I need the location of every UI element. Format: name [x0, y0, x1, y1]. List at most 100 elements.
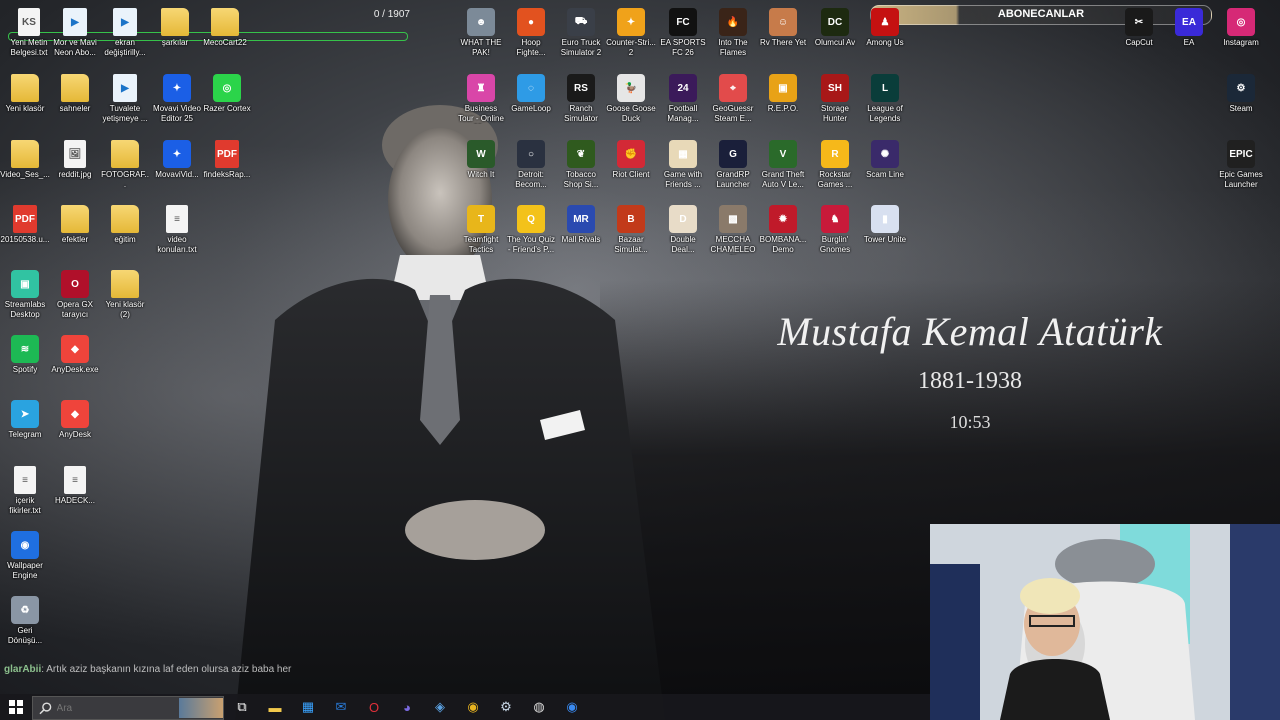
- desktop-icon-yeni-klasor-2[interactable]: Yeni klasör (2): [100, 270, 150, 319]
- desktop-icon-label: Rv There Yet: [759, 38, 807, 47]
- desktop-icon-label: Tower Unite: [863, 235, 907, 244]
- desktop-icon-tobacco[interactable]: ❦ Tobacco Shop Si...: [556, 140, 606, 189]
- desktop-icon-hadeck[interactable]: ≡ HADECK...: [50, 466, 100, 506]
- taskbar-app-blue[interactable]: ◈: [428, 697, 452, 717]
- desktop-icon-fc26[interactable]: FC EA SPORTS FC 26: [658, 8, 708, 57]
- desktop-icon-witch-it[interactable]: W Witch It: [456, 140, 506, 180]
- desktop-icon-scam-line[interactable]: ✺ Scam Line: [860, 140, 910, 180]
- taskbar-discord-app[interactable]: ◕: [395, 697, 419, 717]
- desktop-icon-wallpaper-engine[interactable]: ◉ Wallpaper Engine: [0, 531, 50, 580]
- desktop-icon-storage-hunter[interactable]: SH Storage Hunter: [810, 74, 860, 123]
- desktop-icon-icerik[interactable]: ≡ içerik fikirler.txt: [0, 466, 50, 515]
- desktop-icon-among-us[interactable]: ♟ Among Us: [860, 8, 910, 48]
- desktop-icon-what-the-pak[interactable]: ☻ WHAT THE PAK!: [456, 8, 506, 57]
- desktop-icon-movavi25[interactable]: ✦ Movavi Video Editor 25: [152, 74, 202, 123]
- desktop-icon-yeni-metin[interactable]: KS Yeni Metin Belgesi.txt: [4, 8, 54, 57]
- desktop-icon-euro-truck[interactable]: ⛟ Euro Truck Simulator 2: [556, 8, 606, 57]
- desktop-icon-efektler[interactable]: efektler: [50, 205, 100, 245]
- taskbar-store[interactable]: ▦: [296, 697, 320, 717]
- desktop-icon-label: Hoop Fighte...: [516, 38, 546, 57]
- taskbar-task-view[interactable]: ⧉: [230, 697, 254, 717]
- desktop-icon-ekran[interactable]: ▶ ekran değiştirilly...: [100, 8, 150, 57]
- desktop-icon-geoguessr[interactable]: ⌖ GeoGuessr Steam E...: [708, 74, 758, 123]
- desktop-icon-streamlabs[interactable]: ▣ Streamlabs Desktop: [0, 270, 50, 319]
- desktop-icon-rv-there[interactable]: ☺ Rv There Yet: [758, 8, 808, 48]
- desktop-icon-ea[interactable]: EA EA: [1164, 8, 1214, 48]
- desktop-icon-repo[interactable]: ▣ R.E.P.O.: [758, 74, 808, 114]
- desktop-icon-meccha[interactable]: ▩MECCHA CHAMELEON: [708, 205, 758, 255]
- desktop-icon-mall-rivals[interactable]: MR Mall Rivals: [556, 205, 606, 245]
- desktop-icon-business-tour[interactable]: ♜Business Tour - Online M...: [456, 74, 506, 124]
- desktop-icon-hoop[interactable]: ● Hoop Fighte...: [506, 8, 556, 57]
- desktop-icon-rockstar[interactable]: R Rockstar Games ...: [810, 140, 860, 189]
- desktop-icon-you-quiz[interactable]: Q The You Quiz - Friend's P...: [506, 205, 556, 254]
- desktop-icon-football-manager[interactable]: 24 Football Manag...: [658, 74, 708, 123]
- desktop-icon-opera-gx[interactable]: O Opera GX tarayıcı: [50, 270, 100, 319]
- desktop-icon-game-friends[interactable]: ▦ Game with Friends ...: [658, 140, 708, 189]
- desktop-icon-reddit[interactable]: 🖼 reddit.jpg: [50, 140, 100, 180]
- desktop-icon-anydesk-exe[interactable]: ◆ AnyDesk.exe: [50, 335, 100, 375]
- desktop-icon-double-deal[interactable]: D Double Deal...: [658, 205, 708, 254]
- desktop-icon-yeni-klasor[interactable]: Yeni klasör: [0, 74, 50, 114]
- desktop-icon-label: Yeni Metin Belgesi.txt: [10, 38, 48, 57]
- desktop-icon-olumcul-av[interactable]: DC Olumcul Av: [810, 8, 860, 48]
- taskbar-obs[interactable]: ◍: [527, 697, 551, 717]
- desktop-icon-instagram[interactable]: ◎ Instagram: [1216, 8, 1266, 48]
- desktop-icon-detroit[interactable]: ○ Detroit: Becom...: [506, 140, 556, 189]
- start-button[interactable]: [4, 697, 28, 717]
- desktop-icon-epic[interactable]: EPIC Epic Games Launcher: [1216, 140, 1266, 189]
- desktop-icon-anydesk[interactable]: ◆ AnyDesk: [50, 400, 100, 440]
- desktop-icon-capcut[interactable]: ✂ CapCut: [1114, 8, 1164, 48]
- desktop-icon-gamedoop[interactable]: ◌ GameLoop: [506, 74, 556, 114]
- desktop-icon-sahneler[interactable]: sahneler: [50, 74, 100, 114]
- desktop-icon-counter-strike[interactable]: ✦ Counter-Stri... 2: [606, 8, 656, 57]
- desktop-icon-pdf-file[interactable]: PDF 20150538.u...: [0, 205, 50, 245]
- desktop-icon-tuvalete[interactable]: ▶ Tuvalete yetişmeye ...: [100, 74, 150, 123]
- desktop-icon-tower-unite[interactable]: ▮ Tower Unite: [860, 205, 910, 245]
- desktop-icon-grandrp[interactable]: G GrandRP Launcher: [708, 140, 758, 189]
- desktop-icon-egitim[interactable]: eğitim: [100, 205, 150, 245]
- desktop-icon-lol[interactable]: L League of Legends: [860, 74, 910, 123]
- desktop-icon-label: MovaviVid...: [155, 170, 199, 179]
- desktop-icon-steam[interactable]: ⚙ Steam: [1216, 74, 1266, 114]
- taskbar-wallpaper-tb[interactable]: ◉: [560, 697, 584, 717]
- desktop-icon-gta5[interactable]: V Grand Theft Auto V Le...: [758, 140, 808, 189]
- desktop-icon-label: reddit.jpg: [58, 170, 92, 179]
- taskbar-steam-tb[interactable]: ⚙: [494, 697, 518, 717]
- desktop-icon-label: GrandRP Launcher: [716, 170, 750, 189]
- search-input[interactable]: [52, 701, 179, 715]
- riot-icon: ✊: [617, 140, 645, 168]
- desktop-icon-burglin[interactable]: ♞ Burglin' Gnomes: [810, 205, 860, 254]
- desktop-icon-bombana[interactable]: ✹ BOMBANA... Demo: [758, 205, 808, 254]
- desktop-icon-geri-donusum[interactable]: ♻ Geri Dönüşü...: [0, 596, 50, 645]
- desktop-icon-teamfight[interactable]: T Teamfight Tactics: [456, 205, 506, 254]
- desktop-icon-movavivid[interactable]: ✦ MovaviVid...: [152, 140, 202, 180]
- taskbar-search[interactable]: [32, 696, 224, 720]
- desktop-icon-into-flames[interactable]: 🔥 Into The Flames: [708, 8, 758, 57]
- taskbar-opera[interactable]: O: [362, 697, 386, 717]
- desktop-icon-label: Football Manag...: [667, 104, 699, 123]
- taskbar-mail[interactable]: ✉: [329, 697, 353, 717]
- desktop-icon-razer[interactable]: ◎ Razer Cortex: [202, 74, 252, 114]
- desktop-icon-ranch[interactable]: RS Ranch Simulator: [556, 74, 606, 123]
- desktop-icon-spotify[interactable]: ≋ Spotify: [0, 335, 50, 375]
- desktop-icon-goose-goose[interactable]: 🦆 Goose Goose Duck: [606, 74, 656, 123]
- desktop-icon-video-konulari[interactable]: ≡ video konuları.txt: [152, 205, 202, 254]
- desktop-icon-findeks[interactable]: PDF findeksRap...: [202, 140, 252, 180]
- desktop-icon-telegram[interactable]: ➤ Telegram: [0, 400, 50, 440]
- opera-icon: O: [368, 699, 380, 715]
- taskbar-chrome[interactable]: ◉: [461, 697, 485, 717]
- gta5-icon: V: [769, 140, 797, 168]
- desktop-icon-fotograf[interactable]: FOTOGRAF...: [100, 140, 150, 189]
- desktop-icon-label: 20150538.u...: [0, 235, 50, 244]
- desktop-icon-mecocart[interactable]: MecoCart22: [200, 8, 250, 48]
- desktop-icon-riot[interactable]: ✊ Riot Client: [606, 140, 656, 180]
- desktop-icon-bazaar[interactable]: B Bazaar Simulat...: [606, 205, 656, 254]
- taskbar-explorer[interactable]: ▬: [263, 697, 287, 717]
- desktop-icon-video-ses[interactable]: Video_Ses_...: [0, 140, 50, 180]
- desktop-icon-mor-mavi[interactable]: ▶ Mor ve Mavi Neon Abo...: [50, 8, 100, 57]
- what-the-pak-icon: ☻: [467, 8, 495, 36]
- desktop-icon-sarkilar[interactable]: şarkılar: [150, 8, 200, 48]
- desktop-icon-label: Goose Goose Duck: [606, 104, 656, 123]
- desktop-icon-label: Steam: [1229, 104, 1253, 113]
